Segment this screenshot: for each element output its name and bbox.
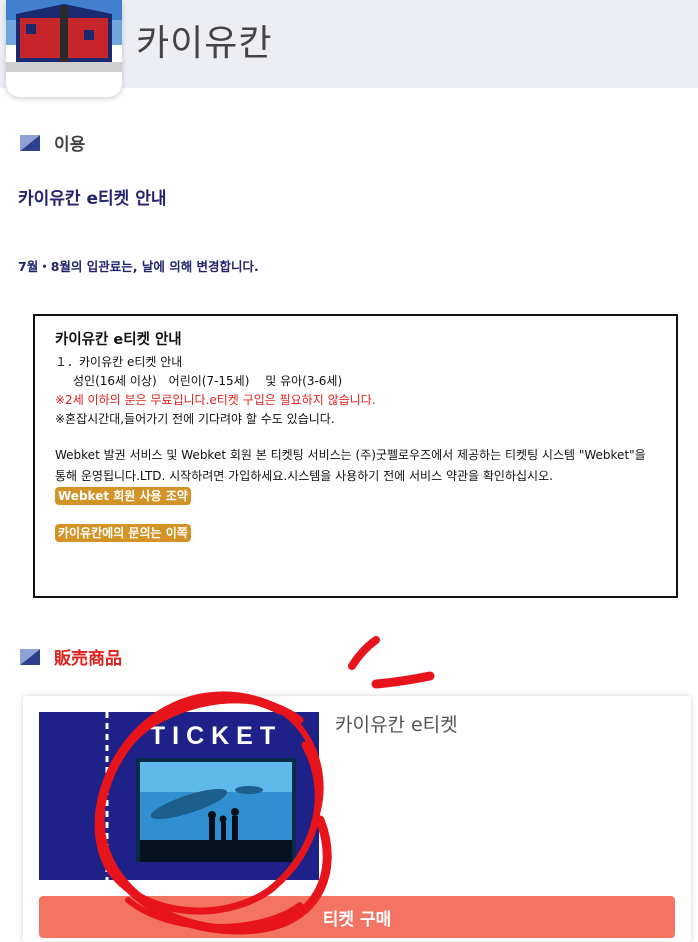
price-notice: 7월・8월의 입관료는, 날에 의해 변경합니다. bbox=[18, 259, 259, 274]
product-name[interactable]: 카이유칸 e티켓 bbox=[335, 710, 458, 737]
info-line-free: ※2세 이하의 분은 무료입니다.e티켓 구입은 필요하지 않습니다. bbox=[55, 393, 376, 407]
info-box: 카이유칸 e티켓 안내 １．카이유칸 e티켓 안내 성인(16세 이상) 어린이… bbox=[33, 314, 678, 598]
section-usage-heading: 이용 bbox=[20, 130, 85, 155]
guide-title: 카이유칸 e티켓 안내 bbox=[18, 189, 167, 209]
logo-image bbox=[6, 0, 122, 97]
section-products-label: 販売商品 bbox=[54, 649, 122, 669]
section-usage-label: 이용 bbox=[54, 135, 86, 155]
page-title: 카이유칸 bbox=[136, 23, 273, 64]
app-logo[interactable] bbox=[6, 0, 122, 97]
aquarium-photo bbox=[136, 758, 296, 862]
section-flag-icon bbox=[20, 648, 40, 665]
terms-link[interactable]: Webket 회원 사용 조약 bbox=[55, 487, 191, 505]
webket-paragraph: Webket 발권 서비스 및 Webket 회원 본 티켓팅 서비스는 (주)… bbox=[55, 448, 646, 483]
section-flag-icon bbox=[20, 134, 40, 151]
info-line-2: 성인(16세 이상) 어린이(7-15세) 및 유아(3-6세) bbox=[73, 374, 343, 388]
contact-link[interactable]: 카이유칸에의 문의는 이쪽 bbox=[55, 524, 191, 542]
ticket-word: TICKET bbox=[149, 722, 283, 750]
info-box-title: 카이유칸 e티켓 안내 bbox=[55, 332, 182, 348]
info-line-1: １．카이유칸 e티켓 안내 bbox=[55, 355, 183, 369]
buy-ticket-button[interactable]: 티켓 구매 bbox=[39, 896, 675, 938]
ticket-image[interactable]: TICKET bbox=[39, 712, 319, 880]
product-card[interactable]: TICKET 카이유칸 e티켓 티켓 구매 bbox=[23, 696, 691, 942]
section-products-heading: 販売商品 bbox=[20, 644, 122, 669]
info-line-wait: ※혼잡시간대,들어가기 전에 기다려야 할 수도 있습니다. bbox=[55, 412, 335, 426]
